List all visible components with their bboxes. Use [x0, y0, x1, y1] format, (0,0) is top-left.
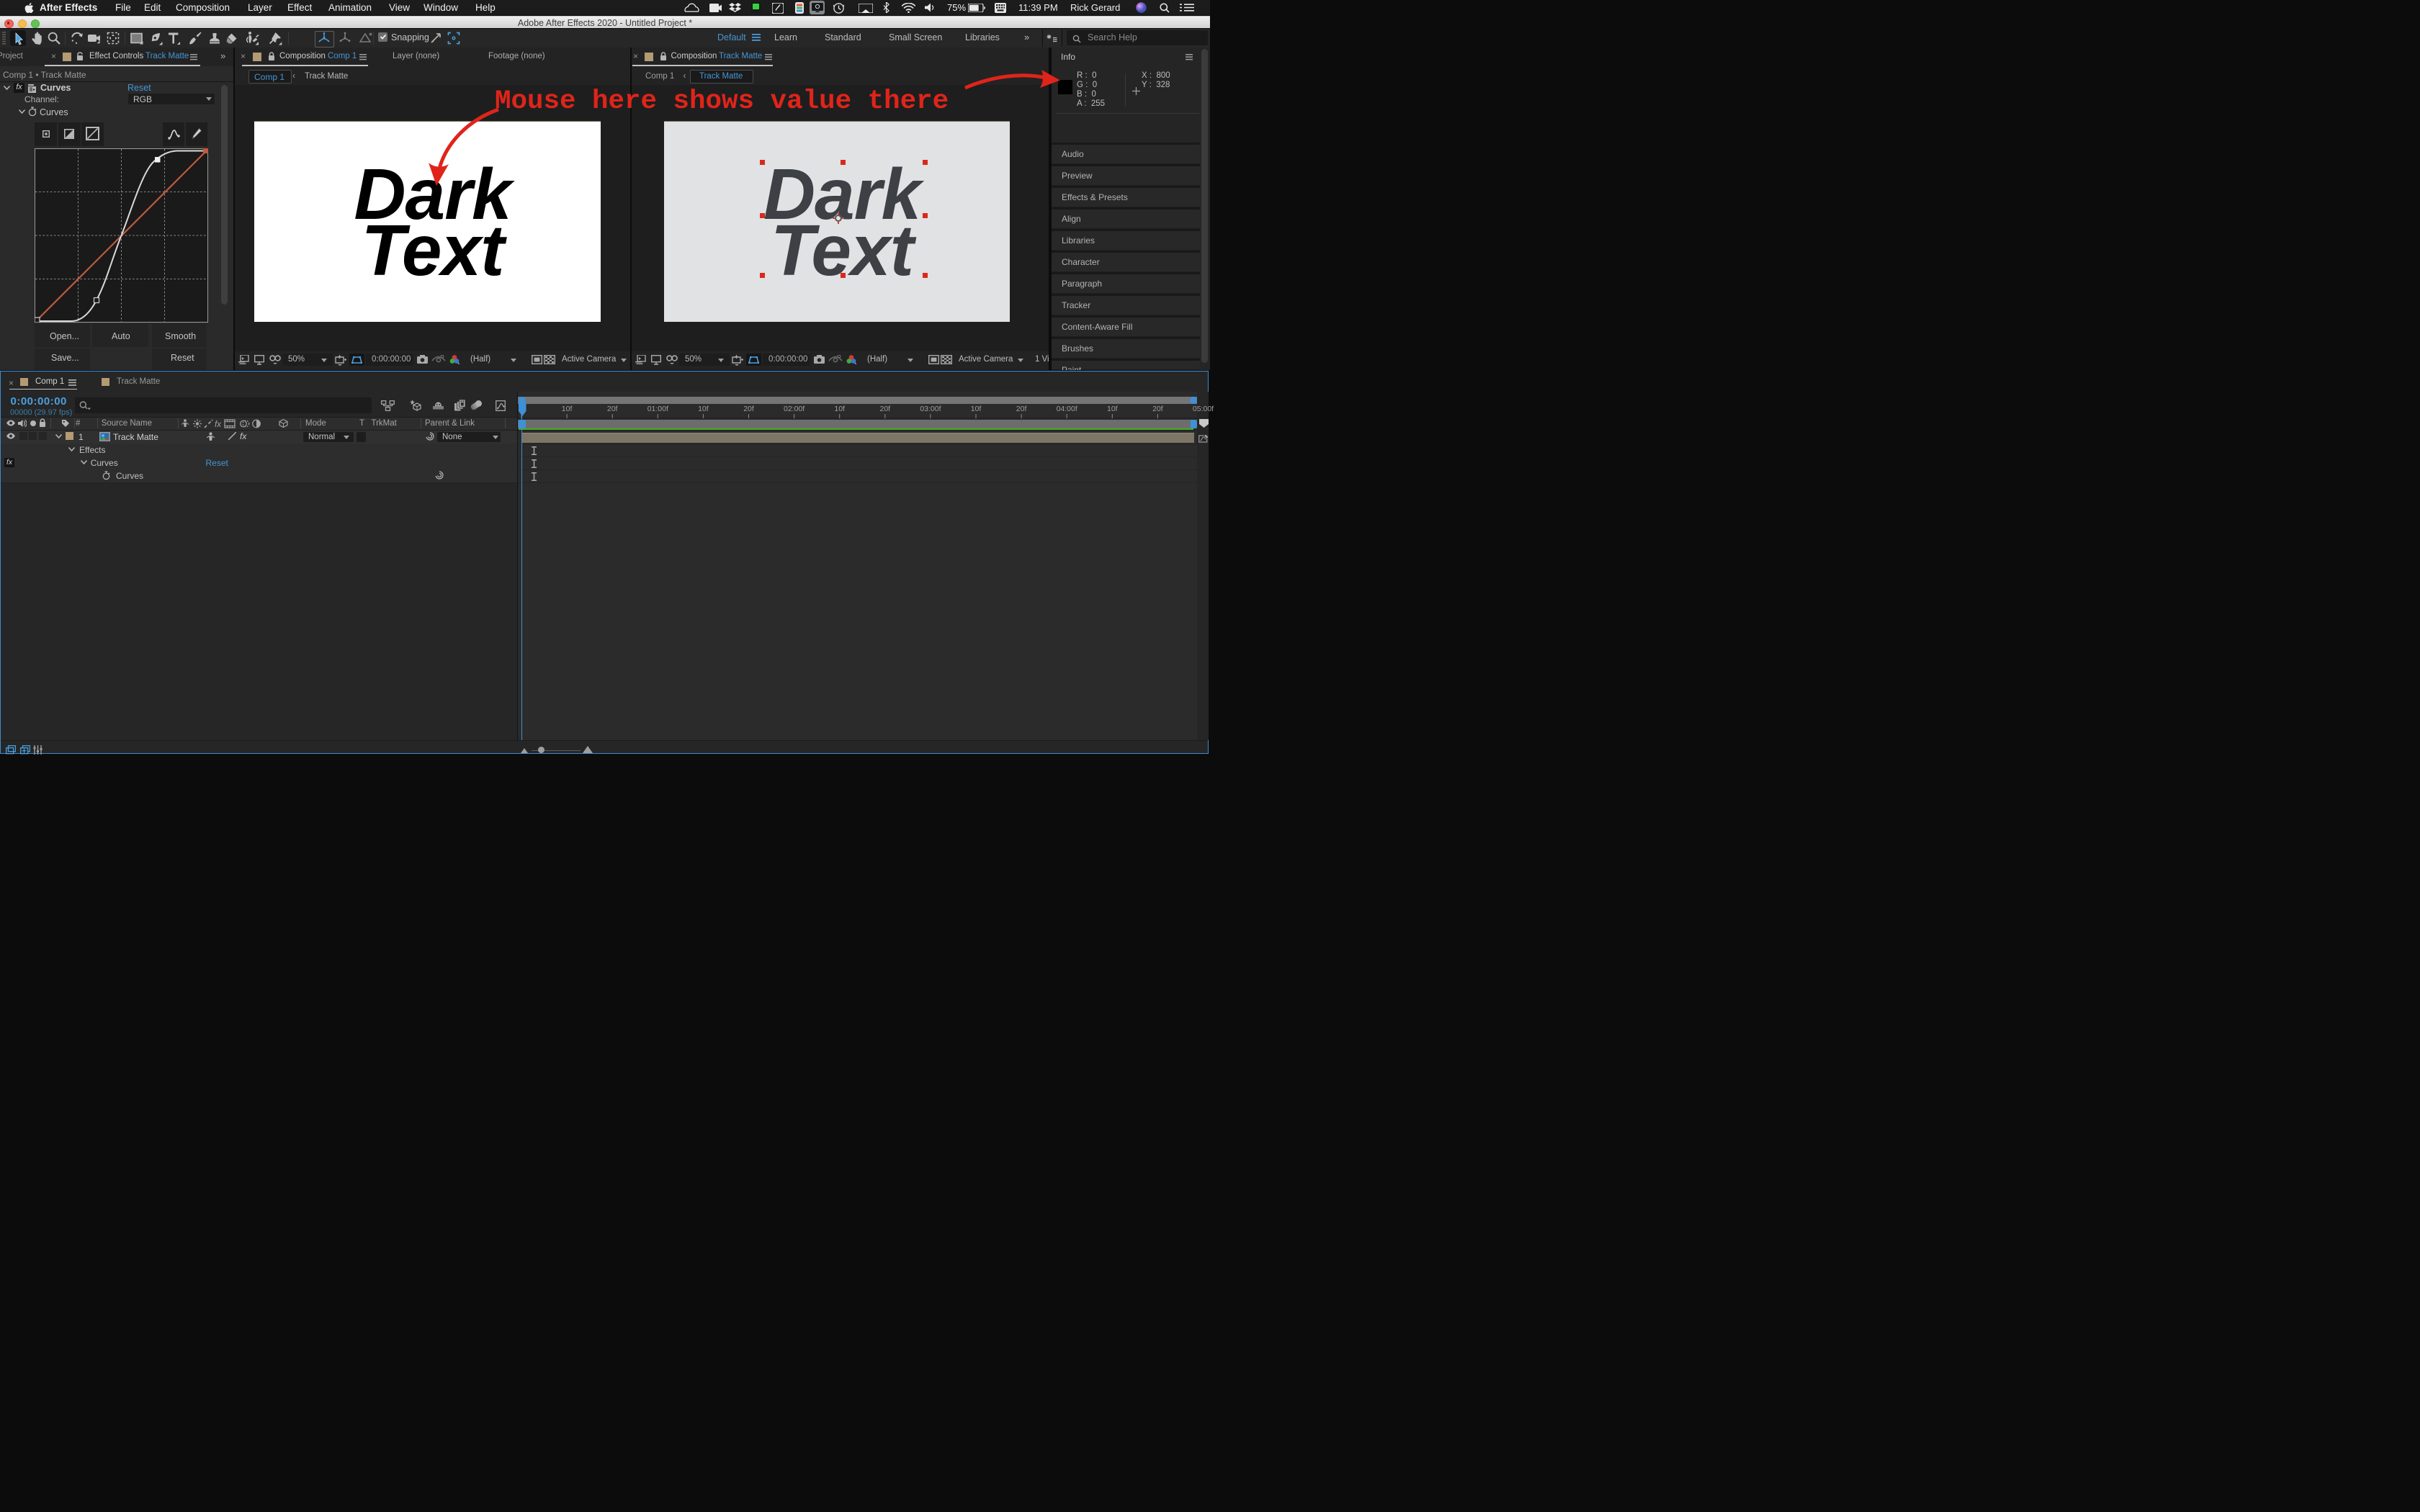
- svg-text:fx: fx: [215, 420, 222, 428]
